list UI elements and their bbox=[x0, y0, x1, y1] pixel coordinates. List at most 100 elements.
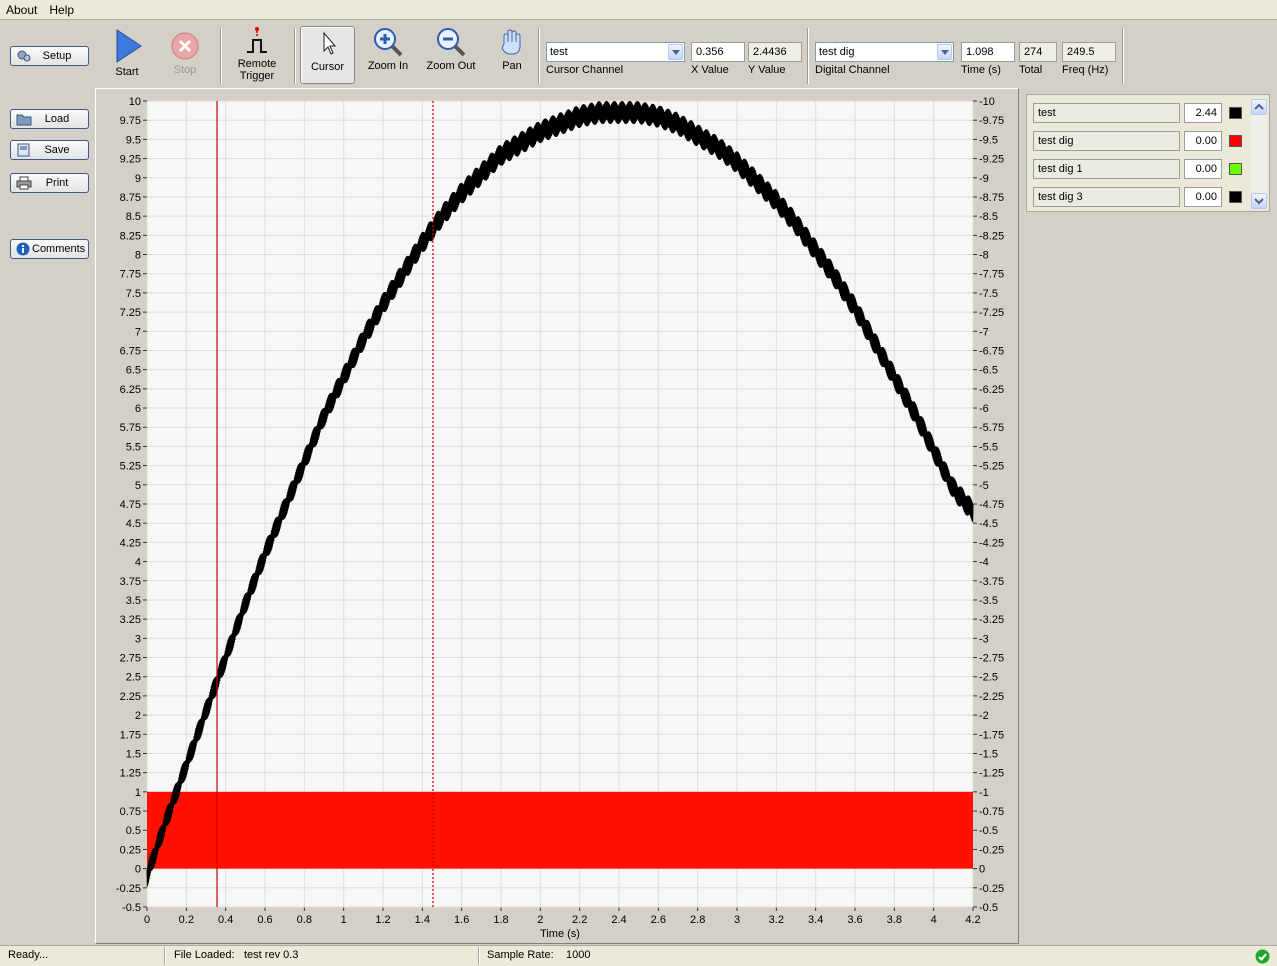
legend-row[interactable]: test dig 3 0.00 bbox=[1033, 187, 1245, 207]
total-field: 274 bbox=[1019, 42, 1057, 62]
save-button[interactable]: Save bbox=[10, 140, 89, 160]
y-value-label: Y Value bbox=[748, 64, 786, 76]
y-tick-label-right: -8.75 bbox=[979, 192, 1004, 204]
y-tick-label-right: -2.25 bbox=[979, 691, 1004, 703]
y-tick-label: 3.5 bbox=[126, 595, 141, 607]
zoom-out-icon bbox=[437, 28, 466, 57]
freq-label: Freq (Hz) bbox=[1062, 64, 1109, 76]
scroll-up-icon[interactable] bbox=[1251, 99, 1267, 115]
legend-row[interactable]: test 2.44 bbox=[1033, 103, 1245, 123]
y-tick-label-right: -6 bbox=[979, 403, 989, 415]
digital-channel-select[interactable]: test dig bbox=[815, 42, 954, 62]
cursor-channel-select[interactable]: test bbox=[546, 42, 685, 62]
x-tick-label: 1.2 bbox=[375, 914, 390, 926]
y-tick-label-right: 0 bbox=[979, 864, 985, 876]
play-icon bbox=[116, 29, 142, 63]
chevron-down-icon[interactable] bbox=[937, 44, 952, 60]
start-label: Start bbox=[115, 66, 139, 78]
digital-channel-value: test dig bbox=[819, 46, 855, 58]
stop-button[interactable]: Stop bbox=[165, 26, 205, 84]
y-tick-label: 6.75 bbox=[120, 345, 141, 357]
x-tick-label: 3.6 bbox=[847, 914, 862, 926]
legend-name: test bbox=[1033, 103, 1180, 123]
cursor-tool-button[interactable]: Cursor bbox=[300, 26, 355, 84]
setup-button[interactable]: Setup bbox=[10, 46, 89, 66]
y-tick-label: 1.25 bbox=[120, 768, 141, 780]
zoom-out-button[interactable]: Zoom Out bbox=[423, 26, 479, 84]
toolbar-separator bbox=[807, 28, 809, 84]
y-tick-label-right: -0.5 bbox=[979, 825, 998, 837]
setup-button-label: Setup bbox=[42, 50, 72, 62]
x-value-text: 0.356 bbox=[696, 46, 724, 58]
file-loaded-label: File Loaded: bbox=[174, 949, 235, 961]
load-button[interactable]: Load bbox=[10, 109, 89, 129]
legend-name: test dig 3 bbox=[1033, 187, 1180, 207]
y-tick-label: 4.25 bbox=[120, 537, 141, 549]
waveform-graph[interactable]: 0 0.2 0.4 0.6 0.8 1 1.2 1.4 1.6 1.8 2 2.2 2.4 2.6 2.8 3… bbox=[96, 89, 1020, 945]
legend-row[interactable]: test dig 1 0.00 bbox=[1033, 159, 1245, 179]
y-tick-label: 8.75 bbox=[120, 192, 141, 204]
legend-color-swatch[interactable] bbox=[1229, 107, 1242, 119]
channel-legend: test 2.44 test dig 0.00 test dig 1 0.00 … bbox=[1026, 94, 1270, 212]
y-tick-label-right: -1.25 bbox=[979, 768, 1004, 780]
load-button-label: Load bbox=[44, 113, 70, 125]
y-tick-label: 5 bbox=[135, 480, 141, 492]
y-tick-label: 9.75 bbox=[120, 115, 141, 127]
total-text: 274 bbox=[1024, 46, 1043, 58]
y-tick-label: 4.5 bbox=[126, 518, 141, 530]
y-tick-label: 7.5 bbox=[126, 288, 141, 300]
y-tick-label-right: -4.75 bbox=[979, 499, 1004, 511]
comments-button[interactable]: Comments bbox=[10, 239, 89, 259]
legend-scrollbar[interactable] bbox=[1251, 99, 1267, 209]
remote-trigger-button[interactable]: Remote Trigger bbox=[233, 26, 281, 84]
x-value-field[interactable]: 0.356 bbox=[691, 42, 745, 62]
freq-field: 249.5 bbox=[1062, 42, 1116, 62]
remote-trigger-label-1: Remote bbox=[237, 58, 277, 70]
trigger-icon bbox=[247, 27, 267, 53]
menu-about[interactable]: About bbox=[0, 3, 43, 17]
legend-color-swatch[interactable] bbox=[1229, 135, 1242, 147]
folder-icon bbox=[16, 112, 32, 126]
x-tick-label: 1.8 bbox=[493, 914, 508, 926]
chevron-down-icon[interactable] bbox=[668, 44, 683, 60]
y-tick-label-right: -0.25 bbox=[979, 883, 1004, 895]
y-tick-label-right: -0.5 bbox=[979, 902, 998, 914]
pan-label: Pan bbox=[502, 60, 522, 72]
print-button[interactable]: Print bbox=[10, 173, 89, 193]
toolbar: Start Stop Remote Trigger Cursor Zoom In… bbox=[97, 22, 1277, 88]
y-tick-label-right: -1 bbox=[979, 787, 989, 799]
y-tick-label-right: -7.75 bbox=[979, 269, 1004, 281]
legend-name: test dig bbox=[1033, 131, 1180, 151]
x-tick-label: 0.8 bbox=[297, 914, 312, 926]
scroll-down-icon[interactable] bbox=[1251, 193, 1267, 209]
zoom-in-button[interactable]: Zoom In bbox=[363, 26, 413, 84]
y-value-field: 2.4436 bbox=[748, 42, 802, 62]
y-tick-label-right: -4 bbox=[979, 557, 989, 569]
y-tick-label: 9.5 bbox=[126, 134, 141, 146]
x-tick-label: 3.8 bbox=[887, 914, 902, 926]
y-tick-label-right: -3 bbox=[979, 633, 989, 645]
pan-button[interactable]: Pan bbox=[492, 26, 532, 84]
cursor-label: Cursor bbox=[310, 61, 344, 73]
y-tick-label: 9.25 bbox=[120, 154, 141, 166]
time-field[interactable]: 1.098 bbox=[961, 42, 1015, 62]
y-tick-label: 3.75 bbox=[120, 576, 141, 588]
x-tick-label: 1.6 bbox=[454, 914, 469, 926]
y-tick-label: 2.25 bbox=[120, 691, 141, 703]
legend-row[interactable]: test dig 0.00 bbox=[1033, 131, 1245, 151]
menu-bar: About Help bbox=[0, 0, 1277, 20]
y-tick-label-right: -9 bbox=[979, 173, 989, 185]
legend-color-swatch[interactable] bbox=[1229, 163, 1242, 175]
graph-panel: 0 0.2 0.4 0.6 0.8 1 1.2 1.4 1.6 1.8 2 2.2 2.4 2.6 2.8 3… bbox=[95, 88, 1019, 944]
y-tick-label: 8 bbox=[135, 250, 141, 262]
hand-icon bbox=[501, 29, 521, 55]
x-tick-label: 3.2 bbox=[769, 914, 784, 926]
start-button[interactable]: Start bbox=[107, 26, 147, 84]
legend-value: 0.00 bbox=[1184, 159, 1222, 179]
legend-color-swatch[interactable] bbox=[1229, 191, 1242, 203]
menu-help[interactable]: Help bbox=[43, 3, 80, 17]
y-tick-label-right: -6.25 bbox=[979, 384, 1004, 396]
x-tick-label: 1 bbox=[341, 914, 347, 926]
y-tick-label-right: -2 bbox=[979, 710, 989, 722]
y-tick-label: 6 bbox=[135, 403, 141, 415]
